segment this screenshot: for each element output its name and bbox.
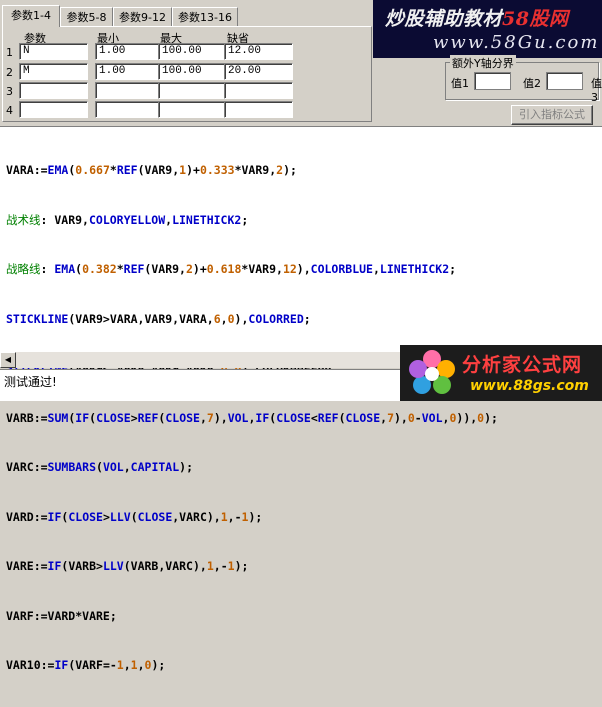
code-line: VARF:=VARD*VARE;: [6, 608, 117, 623]
param-min-field[interactable]: 1.00: [95, 43, 164, 60]
param-min-field[interactable]: [95, 101, 164, 118]
axis-divider-title: 额外Y轴分界: [450, 55, 516, 71]
param-max-field[interactable]: 100.00: [158, 63, 227, 80]
code-line: STICKLINE(VAR9>VARA,VAR9,VARA,6,0),COLOR…: [6, 311, 311, 326]
value2-label: 值2: [523, 77, 541, 90]
banner-title-text: 炒股辅助教材: [385, 8, 503, 30]
formula-code: VARA:=EMA(0.667*REF(VAR9,1)+0.333*VAR9,2…: [6, 129, 498, 707]
code-line: VARD:=IF(CLOSE>LLV(CLOSE,VARC),1,-1);: [6, 509, 263, 524]
param-default-field[interactable]: 12.00: [224, 43, 293, 60]
tab-params-1-4[interactable]: 参数1-4: [2, 5, 60, 27]
value1-input[interactable]: [474, 72, 511, 90]
param-min-field[interactable]: [95, 82, 164, 99]
param-default-field[interactable]: [224, 101, 293, 118]
code-line: 战略线: EMA(0.382*REF(VAR9,2)+0.618*VAR9,12…: [6, 262, 457, 276]
param-name-field[interactable]: M: [19, 63, 88, 80]
tab-params-13-16[interactable]: 参数13-16: [172, 7, 238, 26]
param-default-field[interactable]: 20.00: [224, 63, 293, 80]
horizontal-scrollbar[interactable]: ◀: [0, 352, 400, 368]
logo-title: 分析家公式网: [462, 354, 583, 376]
status-message: 测试通过!: [4, 375, 57, 389]
code-line: VARA:=EMA(0.667*REF(VAR9,1)+0.333*VAR9,2…: [6, 163, 297, 177]
code-line: VAR10:=IF(VARF=-1,1,0);: [6, 658, 166, 672]
import-formula-button[interactable]: 引入指标公式: [511, 105, 593, 125]
code-line: VARB:=SUM(IF(CLOSE>REF(CLOSE,7),VOL,IF(C…: [6, 410, 498, 425]
tab-params-5-8[interactable]: 参数5-8: [60, 7, 113, 26]
row-number: 1: [6, 46, 13, 59]
row-number: 2: [6, 66, 13, 79]
code-line: 战术线: VAR9,COLORYELLOW,LINETHICK2;: [6, 212, 249, 227]
banner-title-brand: 58股网: [502, 8, 569, 30]
param-min-field[interactable]: 1.00: [95, 63, 164, 80]
param-max-field[interactable]: 100.00: [158, 43, 227, 60]
banner-title: 炒股辅助教材58股网: [385, 4, 568, 31]
logo-url: www.88gs.com: [470, 378, 589, 394]
code-line: VARE:=IF(VARB>LLV(VARB,VARC),1,-1);: [6, 559, 249, 573]
param-name-field[interactable]: N: [19, 43, 88, 60]
code-line: VARC:=SUMBARS(VOL,CAPITAL);: [6, 460, 193, 474]
param-max-field[interactable]: [158, 101, 227, 118]
row-number: 3: [6, 85, 13, 98]
tab-params-9-12[interactable]: 参数9-12: [113, 7, 172, 26]
banner-url: www.58Gu.com: [433, 32, 600, 53]
flower-logo-icon: [409, 350, 455, 394]
param-default-field[interactable]: [224, 82, 293, 99]
param-name-field[interactable]: [19, 101, 88, 118]
param-max-field[interactable]: [158, 82, 227, 99]
scroll-left-arrow-icon[interactable]: ◀: [0, 352, 16, 368]
value1-label: 值1: [451, 77, 469, 90]
formula-editor[interactable]: VARA:=EMA(0.667*REF(VAR9,1)+0.333*VAR9,2…: [0, 126, 602, 672]
row-number: 4: [6, 104, 13, 117]
param-name-field[interactable]: [19, 82, 88, 99]
site-banner: 炒股辅助教材58股网 www.58Gu.com: [373, 0, 602, 58]
value3-label: 值3: [591, 77, 602, 104]
value2-input[interactable]: [546, 72, 583, 90]
